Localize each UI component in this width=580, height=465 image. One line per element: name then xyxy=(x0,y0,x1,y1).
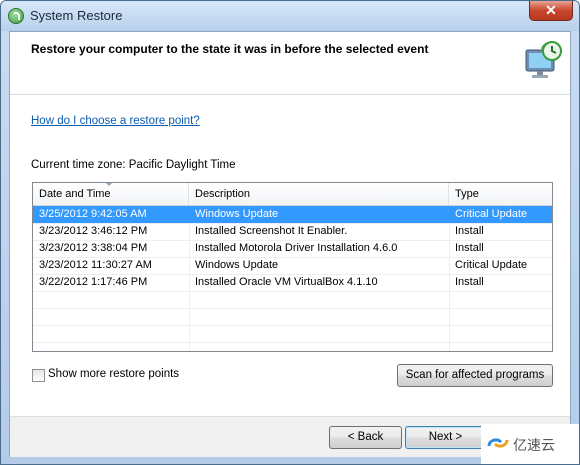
cell-description: Windows Update xyxy=(195,208,279,220)
close-button[interactable]: ✕ xyxy=(529,1,573,21)
row-divider xyxy=(33,325,552,326)
scan-affected-programs-button[interactable]: Scan for affected programs xyxy=(397,364,553,387)
cell-date: 3/23/2012 11:30:27 AM xyxy=(39,259,152,271)
table-row[interactable]: 3/23/2012 11:30:27 AM Windows Update Criti… xyxy=(33,257,552,274)
window-title: System Restore xyxy=(30,8,123,23)
cell-type: Install xyxy=(455,242,484,254)
cell-description: Windows Update xyxy=(195,259,279,271)
restore-points-list[interactable]: Date and Time Description Type 3/25/2012… xyxy=(32,182,553,352)
cell-date: 3/22/2012 1:17:46 PM xyxy=(39,276,148,288)
system-restore-window: System Restore ✕ Restore your computer t… xyxy=(0,0,580,465)
column-header-date[interactable]: Date and Time xyxy=(33,183,189,205)
cell-date: 3/25/2012 9:42:05 AM xyxy=(39,208,147,220)
row-divider xyxy=(33,308,552,309)
help-link[interactable]: How do I choose a restore point? xyxy=(31,115,200,127)
back-button[interactable]: < Back xyxy=(329,426,402,449)
dialog-body: Restore your computer to the state it wa… xyxy=(9,31,571,457)
system-restore-icon xyxy=(8,8,24,24)
watermark-text: 亿速云 xyxy=(513,438,555,454)
monitor-restore-icon xyxy=(525,41,562,78)
column-header-description[interactable]: Description xyxy=(189,183,449,205)
next-button[interactable]: Next > xyxy=(405,426,486,449)
cell-type: Install xyxy=(455,276,484,288)
cell-description: Installed Oracle VM VirtualBox 4.1.10 xyxy=(195,276,378,288)
cell-description: Installed Motorola Driver Installation 4… xyxy=(195,242,398,254)
table-row[interactable]: 3/23/2012 3:46:12 PM Installed Screenshot… xyxy=(33,223,552,240)
show-more-label[interactable]: Show more restore points xyxy=(48,368,179,380)
page-title: Restore your computer to the state it wa… xyxy=(31,42,429,56)
table-row[interactable]: 3/22/2012 1:17:46 PM Installed Oracle VM … xyxy=(33,274,552,291)
title-bar[interactable]: System Restore ✕ xyxy=(1,1,579,31)
cell-type: Critical Update xyxy=(455,208,528,220)
cell-date: 3/23/2012 3:46:12 PM xyxy=(39,225,148,237)
dialog-header: Restore your computer to the state it wa… xyxy=(10,32,570,95)
dialog-content: How do I choose a restore point? Current… xyxy=(10,95,570,415)
timezone-label: Current time zone: Pacific Daylight Time xyxy=(31,159,236,171)
show-more-checkbox[interactable] xyxy=(32,369,45,382)
row-divider xyxy=(33,342,552,343)
cell-description: Installed Screenshot It Enabler. xyxy=(195,225,348,237)
watermark: 亿速云 xyxy=(481,424,579,464)
list-header: Date and Time Description Type xyxy=(33,183,552,206)
table-row[interactable]: 3/25/2012 9:42:05 AM Windows Update Critic… xyxy=(33,206,552,223)
cell-type: Critical Update xyxy=(455,259,528,271)
watermark-logo-icon xyxy=(487,438,509,448)
row-divider xyxy=(33,291,552,292)
table-row[interactable]: 3/23/2012 3:38:04 PM Installed Motorola D… xyxy=(33,240,552,257)
column-header-type[interactable]: Type xyxy=(449,183,552,205)
cell-type: Install xyxy=(455,225,484,237)
cell-date: 3/23/2012 3:38:04 PM xyxy=(39,242,148,254)
